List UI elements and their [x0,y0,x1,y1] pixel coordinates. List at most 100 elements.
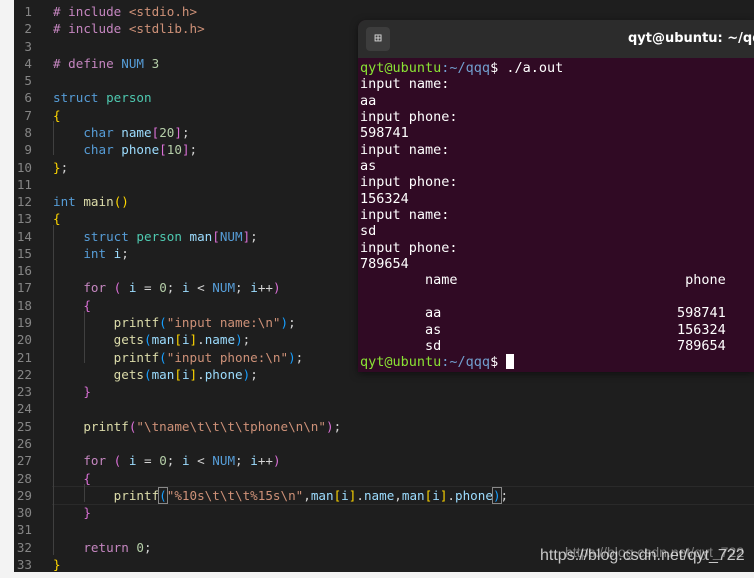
code-line[interactable]: for ( i = 0; i < NUM; i++) [53,452,280,469]
code-token: for [53,280,114,296]
new-tab-icon[interactable]: ⊞ [366,27,390,51]
code-token: ; [166,280,182,296]
code-token: "input phone:\n" [166,349,289,365]
line-number: 30 [16,505,32,521]
code-line[interactable]: for ( i = 0; i < NUM; i++) [53,279,280,296]
line-number: 1 [24,4,32,19]
code-token: "%10s\t\t\t%15s\n" [166,487,304,503]
terminal-output[interactable]: qyt@ubuntu:~/qqq$ ./a.out input name: aa… [360,60,726,371]
code-token: struct [53,228,137,244]
line-number: 11 [16,176,32,192]
code-token: ; [144,539,152,555]
terminal-line: aa 598741 [360,305,726,322]
code-line[interactable]: # include <stdio.h> [53,3,197,20]
code-token: ++ [257,280,273,296]
code-token: NUM [121,55,144,71]
terminal-line: input name: [360,141,450,158]
terminal-titlebar[interactable]: ⊞ qyt@ubuntu: ~/qqq [358,20,754,58]
line-number: 16 [16,263,32,279]
code-token: man [151,366,175,382]
line-number: 29 [16,487,32,503]
code-token: , [394,487,402,503]
code-token: 0 [159,453,167,469]
line-number: 3 [24,38,32,54]
code-token: char [53,124,122,140]
code-token: man [189,228,213,244]
terminal-line: name phone [360,272,726,289]
code-token: ] [174,124,182,140]
line-number: 6 [24,90,32,106]
code-line[interactable]: { [53,210,61,227]
code-line[interactable]: } [53,504,91,521]
line-number: 26 [16,436,32,451]
code-line[interactable]: # include <stdlib.h> [53,20,205,37]
code-line[interactable]: { [53,297,91,314]
code-line[interactable]: { [53,107,61,124]
code-line[interactable]: int i; [53,245,129,262]
code-token: . [356,487,364,503]
line-number: 20 [16,332,32,348]
code-token: { [53,297,91,313]
code-token: ; [333,418,342,434]
prompt-path: :~/qqq [441,354,491,371]
line-number: 28 [16,470,32,486]
line-number: 21 [16,349,32,365]
code-line[interactable]: } [53,383,91,400]
code-token: ] [189,366,198,382]
code-token: [ [212,228,220,244]
line-number: 33 [16,556,32,572]
terminal-line: input phone: [360,174,458,191]
code-token: printf [53,349,160,365]
code-line[interactable]: # define NUM 3 [53,55,159,72]
code-line[interactable]: return 0; [53,539,152,556]
terminal-window[interactable]: ⊞ qyt@ubuntu: ~/qqq qyt@ubuntu:~/qqq$ ./… [358,20,754,372]
code-token: < [197,453,213,469]
code-token: printf [53,418,129,434]
code-token: NUM [219,228,243,244]
line-number: 7 [24,107,32,123]
code-token: () [113,194,129,210]
line-number: 14 [16,228,32,244]
terminal-title: qyt@ubuntu: ~/qqq [628,31,754,46]
code-token: # include [53,21,129,37]
code-token: ( [144,366,152,382]
line-number: 15 [16,245,32,261]
line-number: 9 [24,142,32,158]
terminal-line: 789654 [360,256,409,273]
line-number: 5 [24,73,32,89]
terminal-line: 156324 [360,190,409,207]
code-line[interactable]: printf("input phone:\n"); [53,349,304,366]
code-line[interactable]: struct person man[NUM]; [53,228,258,245]
code-token: ; [121,245,129,261]
code-line[interactable]: { [53,470,91,487]
code-token: i [250,453,258,469]
code-token: ) [288,349,296,365]
code-line[interactable]: } [53,556,61,573]
line-number: 10 [16,159,32,175]
terminal-line: aa [360,92,377,109]
code-token: <stdlib.h> [128,21,205,37]
code-token: person [136,228,190,244]
code-token: ( [144,332,152,348]
code-line[interactable]: char phone[10]; [53,141,197,158]
code-token: gets [53,332,144,348]
code-line[interactable]: }; [53,159,68,176]
code-line[interactable]: printf("%10s\t\t\t%15s\n",man[i].name,ma… [53,486,508,504]
code-token: ] [189,332,198,348]
code-line[interactable]: printf("input name:\n"); [53,314,296,331]
code-line[interactable]: struct person [53,89,152,106]
code-line[interactable]: gets(man[i].name); [53,331,251,348]
code-token: return [53,539,137,555]
code-token: person [106,90,152,106]
code-token: ; [235,453,251,469]
code-line[interactable]: gets(man[i].phone); [53,366,258,383]
code-line[interactable]: int main() [53,193,129,210]
code-line[interactable]: printf("\tname\t\t\t\tphone\n\n"); [53,418,341,435]
code-token: ; [250,228,258,244]
code-line[interactable]: char name[20]; [53,124,189,141]
terminal-line: as [360,158,377,175]
code-token: "input name:\n" [166,315,281,331]
prompt-user: qyt@ubuntu [360,354,442,371]
line-number: 32 [16,539,32,555]
code-token: = [144,453,160,469]
